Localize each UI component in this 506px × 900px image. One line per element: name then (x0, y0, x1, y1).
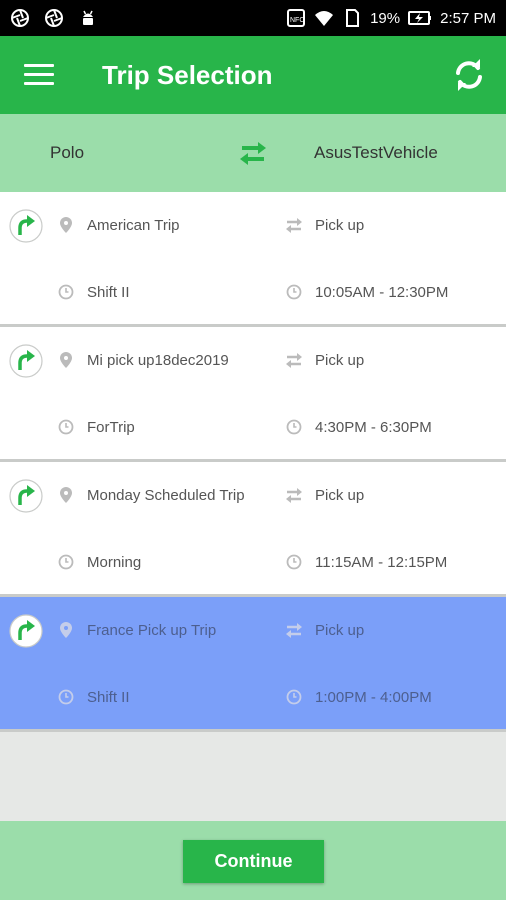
trip-time: 4:30PM - 6:30PM (315, 418, 432, 436)
route-bar: Polo AsusTestVehicle (0, 114, 506, 192)
clock-icon (58, 284, 74, 300)
trip-name: Mi pick up18dec2019 (87, 351, 229, 369)
go-arrow-icon (9, 209, 43, 243)
trip-name: France Pick up Trip (87, 621, 217, 639)
trip-card[interactable]: Mi pick up18dec2019 Pick up ForTrip 4:30… (0, 327, 506, 462)
menu-button[interactable] (24, 64, 54, 86)
trip-time: 1:00PM - 4:00PM (315, 688, 432, 706)
trip-card[interactable]: France Pick up Trip Pick up Shift II 1:0… (0, 597, 506, 732)
refresh-icon[interactable] (450, 56, 488, 94)
clock-icon (286, 284, 302, 300)
trip-type: Pick up (315, 621, 365, 639)
location-pin-icon (60, 352, 72, 368)
trip-card[interactable]: Monday Scheduled Trip Pick up Morning 11… (0, 462, 506, 597)
trip-shift: ForTrip (87, 418, 135, 436)
footer: Continue (0, 821, 506, 900)
aperture-icon (11, 9, 29, 27)
clock-icon (58, 419, 74, 435)
sim-icon (346, 9, 360, 27)
trip-card[interactable]: American Trip Pick up Shift II 10:05AM -… (0, 192, 506, 327)
trip-name: Monday Scheduled Trip (87, 486, 245, 504)
trip-type: Pick up (315, 351, 365, 369)
aperture-icon (45, 9, 63, 27)
trip-type: Pick up (315, 216, 365, 234)
trip-time: 11:15AM - 12:15PM (315, 553, 448, 571)
android-icon (83, 10, 93, 25)
swap-icon[interactable] (239, 140, 267, 166)
go-arrow-icon (9, 479, 43, 513)
continue-button[interactable]: Continue (183, 840, 324, 883)
battery-charging-icon (408, 11, 432, 25)
status-bar: NFC 19% 2:57 PM (0, 0, 506, 36)
clock-icon (58, 554, 74, 570)
app-bar: Trip Selection (0, 36, 506, 114)
clock-icon (58, 689, 74, 705)
svg-text:NFC: NFC (290, 17, 304, 24)
trip-time: 10:05AM - 12:30PM (315, 283, 449, 301)
page-title: Trip Selection (102, 60, 273, 90)
trip-name: American Trip (87, 216, 180, 234)
nfc-icon: NFC (287, 9, 306, 27)
location-pin-icon (60, 487, 72, 503)
clock-icon (286, 419, 302, 435)
swap-icon (286, 623, 302, 638)
trip-shift: Shift II (87, 688, 130, 706)
route-to[interactable]: AsusTestVehicle (314, 143, 438, 163)
route-from[interactable]: Polo (50, 143, 84, 163)
location-pin-icon (60, 217, 72, 233)
trip-shift: Morning (87, 553, 142, 571)
trip-list: American Trip Pick up Shift II 10:05AM -… (0, 192, 506, 732)
trip-shift: Shift II (87, 283, 130, 301)
go-arrow-icon (9, 614, 43, 648)
swap-icon (286, 353, 302, 368)
wifi-icon (315, 11, 334, 26)
location-pin-icon (60, 622, 72, 638)
swap-icon (286, 218, 302, 233)
swap-icon (286, 488, 302, 503)
clock-icon (286, 554, 302, 570)
trip-type: Pick up (315, 486, 365, 504)
battery-percent: 19% (370, 9, 401, 27)
menu-icon (24, 64, 54, 67)
clock-icon (286, 689, 302, 705)
clock: 2:57 PM (440, 9, 496, 27)
go-arrow-icon (9, 344, 43, 378)
